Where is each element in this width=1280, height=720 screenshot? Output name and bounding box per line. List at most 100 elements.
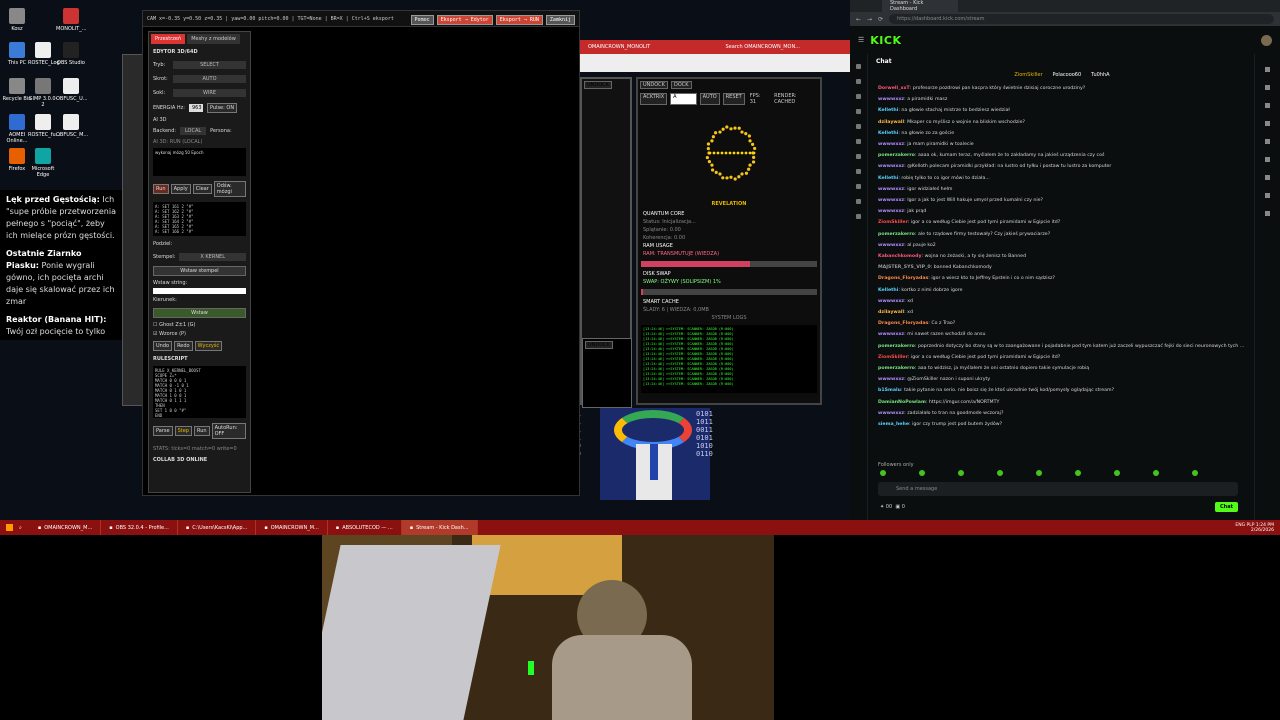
- gifter-1[interactable]: ZiomSkiller: [1014, 72, 1042, 78]
- rulescript-editor[interactable]: RULE X_KERNEL_BOOST SCOPE Z=* MATCH 0 0 …: [153, 366, 246, 418]
- desktop-icon[interactable]: OBFUSC_M...: [56, 114, 88, 138]
- chat-username[interactable]: wwwwxxz: [878, 377, 904, 382]
- chat-username[interactable]: b1Smalu: [878, 388, 901, 393]
- reload-icon[interactable]: ⟳: [878, 16, 883, 23]
- chat-username[interactable]: ZiomSkiller: [878, 220, 908, 225]
- pulse-toggle[interactable]: Pulse: ON: [206, 103, 238, 113]
- desktop-icon[interactable]: Kosz: [2, 8, 32, 32]
- taskbar-item[interactable]: ▪ OBS 32.0.4 - Profile...: [101, 520, 178, 535]
- redo-button[interactable]: Redo: [174, 341, 193, 351]
- chat-username[interactable]: wwwwxxz: [878, 411, 904, 416]
- insert-button[interactable]: Wstaw: [153, 308, 246, 318]
- emote-icon[interactable]: [1036, 470, 1042, 476]
- nav-icon[interactable]: [856, 94, 861, 99]
- chat-username[interactable]: wwwwxxz: [878, 164, 904, 169]
- nav-icon[interactable]: [856, 64, 861, 69]
- chat-username[interactable]: siema_hehe: [878, 422, 909, 427]
- insert-stamp-button[interactable]: Wstaw stempel: [153, 266, 246, 276]
- chat-username[interactable]: ZiomSkiller: [878, 355, 908, 360]
- close-button[interactable]: Zamknij: [545, 15, 575, 25]
- chat-username[interactable]: dzilaywall: [878, 120, 904, 125]
- ai-prompt-input[interactable]: wykonaj mózg 50 Epoch: [153, 148, 246, 176]
- dashboard-tool-icon[interactable]: [1265, 211, 1270, 216]
- monitor-dock-button[interactable]: DOCK: [670, 81, 692, 89]
- nav-icon[interactable]: [856, 79, 861, 84]
- monitor-undock-button[interactable]: UNDOCK: [640, 81, 668, 89]
- desktop-icon[interactable]: OBS Studio: [56, 42, 86, 66]
- emote-icon[interactable]: [880, 470, 886, 476]
- taskbar-item[interactable]: ▪ Stream - Kick Dash...: [401, 520, 478, 535]
- back-arrow-icon[interactable]: ←: [856, 16, 861, 23]
- chat-username[interactable]: Kellethi: [878, 131, 898, 136]
- dashboard-tool-icon[interactable]: [1265, 103, 1270, 108]
- url-field[interactable]: https://dashboard.kick.com/stream: [889, 14, 1274, 24]
- desktop-icon[interactable]: GIMP 3.0.0-2: [28, 78, 58, 108]
- reset-button[interactable]: RESET: [722, 93, 745, 105]
- chat-username[interactable]: Kellethi: [878, 108, 898, 113]
- desktop-icon[interactable]: ROSTEC_Log: [28, 42, 60, 66]
- forward-arrow-icon[interactable]: →: [867, 16, 872, 23]
- clear-button[interactable]: Clear: [192, 184, 212, 194]
- desktop-icon[interactable]: ROSTEC_fu...: [28, 114, 61, 138]
- emote-icon[interactable]: [958, 470, 964, 476]
- chat-username[interactable]: Kellethi: [878, 176, 898, 181]
- chat-username[interactable]: pomerzakerro: [878, 344, 915, 349]
- desktop-icon[interactable]: MONOLIT_...: [56, 8, 87, 32]
- dashboard-tool-icon[interactable]: [1265, 121, 1270, 126]
- chat-username[interactable]: MAJSTER_SYS_VIP_0: [878, 265, 931, 270]
- step-button[interactable]: Step: [174, 426, 192, 436]
- taskbar-item[interactable]: ▪ OMAINCROWN_M...: [30, 520, 102, 535]
- chat-username[interactable]: wwwwxxz: [878, 187, 904, 192]
- chat-username[interactable]: pomerzakerro: [878, 232, 915, 237]
- emote-icon[interactable]: [1153, 470, 1159, 476]
- parse-button[interactable]: Parse: [153, 426, 173, 436]
- chat-username[interactable]: DamianNoPowlam: [878, 400, 926, 405]
- chat-username[interactable]: wwwwxxz: [878, 97, 904, 102]
- chat-username[interactable]: Dragons_Floryadas: [878, 276, 928, 281]
- browser-tab[interactable]: Stream - Kick Dashboard: [882, 0, 958, 14]
- dashboard-tool-icon[interactable]: [1265, 193, 1270, 198]
- nav-icon[interactable]: [856, 109, 861, 114]
- emote-icon[interactable]: [1075, 470, 1081, 476]
- avatar[interactable]: [1261, 34, 1272, 46]
- chat-username[interactable]: wwwwxxz: [878, 332, 904, 337]
- dashboard-tool-icon[interactable]: [1265, 139, 1270, 144]
- taskbar-item[interactable]: ▪ ABSOLUTECOD — ...: [328, 520, 402, 535]
- nav-icon[interactable]: [856, 214, 861, 219]
- undock-button[interactable]: UNDOCK: [584, 81, 612, 89]
- acktrix-toggle[interactable]: ACKTRIX: [640, 93, 668, 105]
- stempel-select[interactable]: X KERNEL: [179, 253, 246, 261]
- dashboard-tool-icon[interactable]: [1265, 67, 1270, 72]
- chat-username[interactable]: Kabanchkomody: [878, 254, 922, 259]
- chat-username[interactable]: dzilaywall: [878, 310, 904, 315]
- hamburger-icon[interactable]: ☰: [858, 36, 864, 44]
- chat-username[interactable]: wwwwxxz: [878, 299, 904, 304]
- backend-select[interactable]: LOCAL: [180, 127, 207, 135]
- ghost-toggle[interactable]: ☐ Ghost Z±1 (G): [149, 320, 250, 330]
- sokl-select[interactable]: WIRE: [173, 89, 246, 97]
- chat-username[interactable]: wwwwxxz: [878, 209, 904, 214]
- search-icon[interactable]: ⌕: [19, 525, 22, 531]
- dashboard-tool-icon[interactable]: [1265, 85, 1270, 90]
- nav-icon[interactable]: [856, 169, 861, 174]
- chat-send-button[interactable]: Chat: [1215, 502, 1238, 512]
- run-button[interactable]: Run: [153, 184, 169, 194]
- emote-icon[interactable]: [1114, 470, 1120, 476]
- clock-date[interactable]: 2/26/2026: [1251, 528, 1274, 533]
- emote-icon[interactable]: [1192, 470, 1198, 476]
- help-button[interactable]: Pomoc: [410, 15, 434, 25]
- chat-username[interactable]: Kellethi: [878, 288, 898, 293]
- tab-meshy[interactable]: Meshy z modelów: [187, 34, 240, 44]
- start-icon[interactable]: [6, 524, 13, 531]
- nav-icon[interactable]: [856, 154, 861, 159]
- bg-window-search[interactable]: Search OMAINCROWN_MON...: [726, 44, 801, 50]
- chat-username[interactable]: Dragons_Floryadas: [878, 321, 928, 326]
- gifter-3[interactable]: Tu0hhA: [1091, 72, 1109, 78]
- rulescript-run-button[interactable]: Run: [193, 426, 210, 436]
- chat-username[interactable]: wwwwxxz: [878, 243, 904, 248]
- nav-icon[interactable]: [856, 139, 861, 144]
- nav-icon[interactable]: [856, 184, 861, 189]
- emote-icon[interactable]: [919, 470, 925, 476]
- desktop-icon[interactable]: Microsoft Edge: [28, 148, 58, 178]
- tryb-select[interactable]: SELECT: [173, 61, 246, 69]
